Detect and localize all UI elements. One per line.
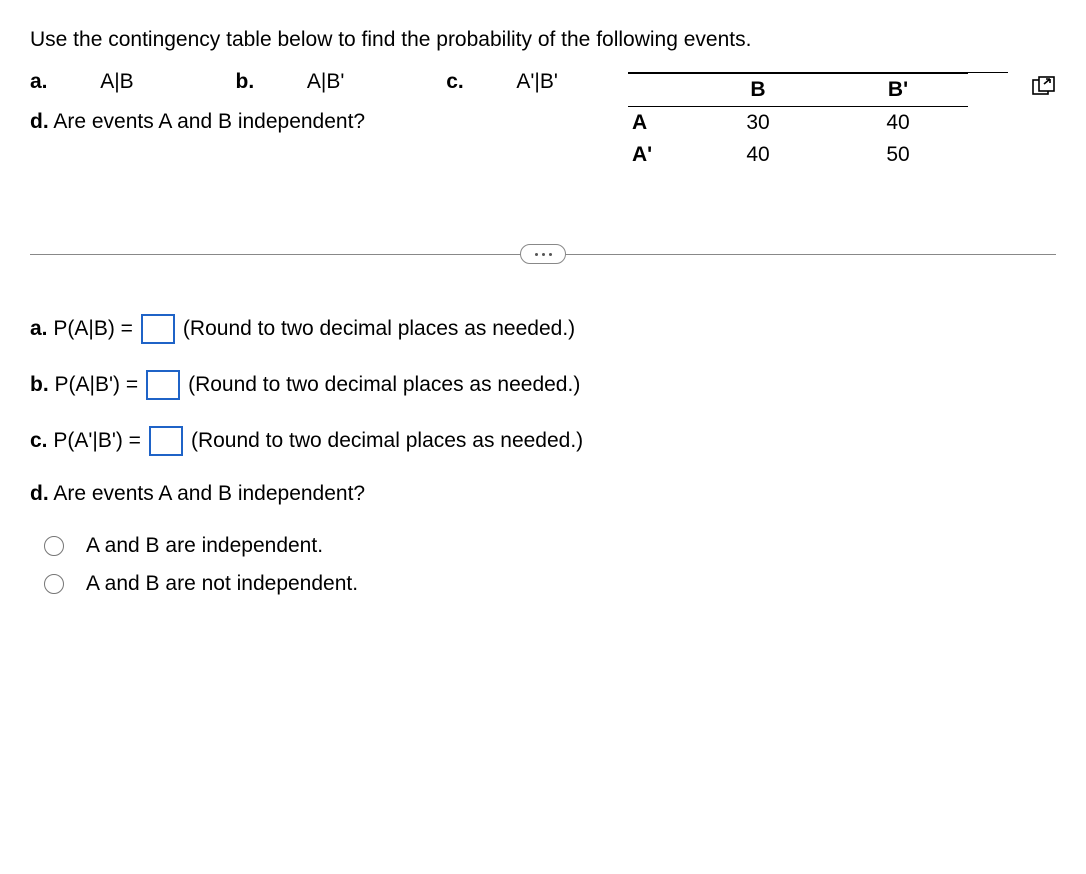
table-cell: 40 [828,107,968,140]
table-col-bprime: B' [828,74,968,107]
part-b: b. A|B' [236,70,393,93]
contingency-table-wrap: B B' A 30 40 A' 40 50 [628,72,1008,171]
intro-text: Use the contingency table below to find … [30,28,1056,52]
part-a: a. A|B [30,70,182,93]
section-divider [30,244,1056,264]
part-d-label: d. [30,110,49,133]
table-cell: 50 [828,139,968,171]
table-row-a: A [628,107,688,140]
contingency-table: B B' A 30 40 A' 40 50 [628,73,968,171]
radio-option-not-independent: A and B are not independent. [44,572,1056,596]
table-row-aprime: A' [628,139,688,171]
answer-d-question: d. Are events A and B independent? [30,482,1056,506]
answer-a: a. P(A|B) = (Round to two decimal places… [30,314,1056,344]
radio-independent-label[interactable]: A and B are independent. [86,534,323,558]
part-a-label: a. [30,70,48,93]
radio-not-independent-label[interactable]: A and B are not independent. [86,572,358,596]
expand-button[interactable] [520,244,566,264]
answer-d-options: A and B are independent. A and B are not… [30,534,1056,596]
question-header: Use the contingency table below to find … [30,28,1056,134]
answer-c-input[interactable] [149,426,183,456]
table-cell: 40 [688,139,828,171]
answer-c-label: c. P(A'|B') = [30,429,141,453]
table-row: A 30 40 [628,107,968,140]
part-d-text: Are events A and B independent? [53,110,365,133]
table-row: A' 40 50 [628,139,968,171]
table-cell: 30 [688,107,828,140]
answer-b-input[interactable] [146,370,180,400]
part-c: c. A'|B' [446,70,606,93]
table-corner-cell [628,74,688,107]
part-b-text: A|B' [307,70,344,93]
answer-c: c. P(A'|B') = (Round to two decimal plac… [30,426,1056,456]
answer-b: b. P(A|B') = (Round to two decimal place… [30,370,1056,400]
answer-a-label: a. P(A|B) = [30,317,133,341]
radio-option-independent: A and B are independent. [44,534,1056,558]
answer-a-input[interactable] [141,314,175,344]
table-col-b: B [688,74,828,107]
part-b-label: b. [236,70,255,93]
part-a-text: A|B [100,70,133,93]
popout-icon[interactable] [1032,76,1056,98]
answer-b-label: b. P(A|B') = [30,373,138,397]
radio-not-independent[interactable] [44,574,64,594]
radio-independent[interactable] [44,536,64,556]
part-c-label: c. [446,70,464,93]
answer-c-hint: (Round to two decimal places as needed.) [191,429,583,453]
answer-a-hint: (Round to two decimal places as needed.) [183,317,575,341]
part-c-text: A'|B' [516,70,558,93]
answer-b-hint: (Round to two decimal places as needed.) [188,373,580,397]
